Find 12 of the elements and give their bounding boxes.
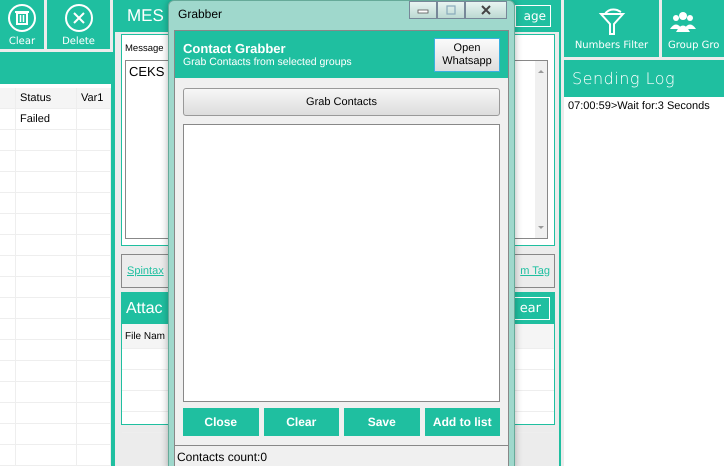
- status-text: Contacts count:0: [177, 450, 268, 464]
- column-header: File Nam: [125, 330, 166, 342]
- table-cell: Failed: [16, 109, 77, 129]
- log-line: 07:00:59>Wait for:3 Seconds: [568, 100, 711, 112]
- window-title: Grabber: [177, 6, 222, 21]
- dialog-subtitle: Grab Contacts from selected groups: [183, 56, 352, 68]
- panel-title: Sending Log: [572, 69, 676, 88]
- column-header: Status: [16, 88, 77, 108]
- column-header: Var1: [77, 88, 111, 108]
- panel-title: Attac: [126, 300, 162, 318]
- panel-title: MES: [127, 6, 164, 26]
- dialog-heading: Contact Grabber: [183, 41, 287, 56]
